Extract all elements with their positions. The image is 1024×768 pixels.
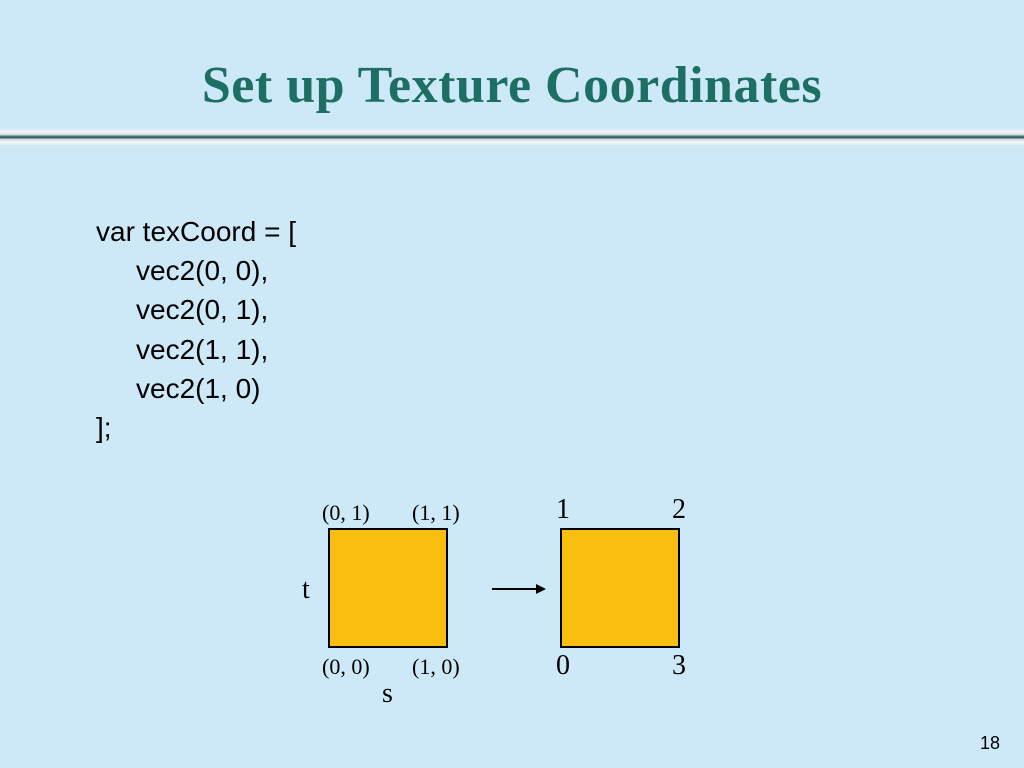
coord-label: (1, 0) <box>412 654 460 680</box>
page-number: 18 <box>980 733 1000 754</box>
code-line: ]; <box>96 408 296 447</box>
code-line: vec2(0, 1), <box>96 290 296 329</box>
arrow-icon <box>490 582 546 596</box>
coord-label: (0, 0) <box>322 654 370 680</box>
vertex-label: 0 <box>556 650 570 682</box>
index-square <box>560 528 680 648</box>
code-line: vec2(0, 0), <box>96 251 296 290</box>
divider <box>0 129 1024 145</box>
vertex-label: 3 <box>672 650 686 682</box>
code-line: vec2(1, 1), <box>96 330 296 369</box>
diagram: (0, 1) (1, 1) (0, 0) (1, 0) t s 1 2 0 3 <box>300 500 800 730</box>
code-line: var texCoord = [ <box>96 212 296 251</box>
coord-label: (1, 1) <box>412 500 460 526</box>
axis-t-label: t <box>302 574 310 606</box>
vertex-label: 1 <box>556 494 570 526</box>
slide-title: Set up Texture Coordinates <box>0 0 1024 115</box>
vertex-label: 2 <box>672 494 686 526</box>
axis-s-label: s <box>382 678 393 710</box>
code-line: vec2(1, 0) <box>96 369 296 408</box>
coord-label: (0, 1) <box>322 500 370 526</box>
code-block: var texCoord = [ vec2(0, 0), vec2(0, 1),… <box>96 212 296 447</box>
texture-square <box>328 528 448 648</box>
